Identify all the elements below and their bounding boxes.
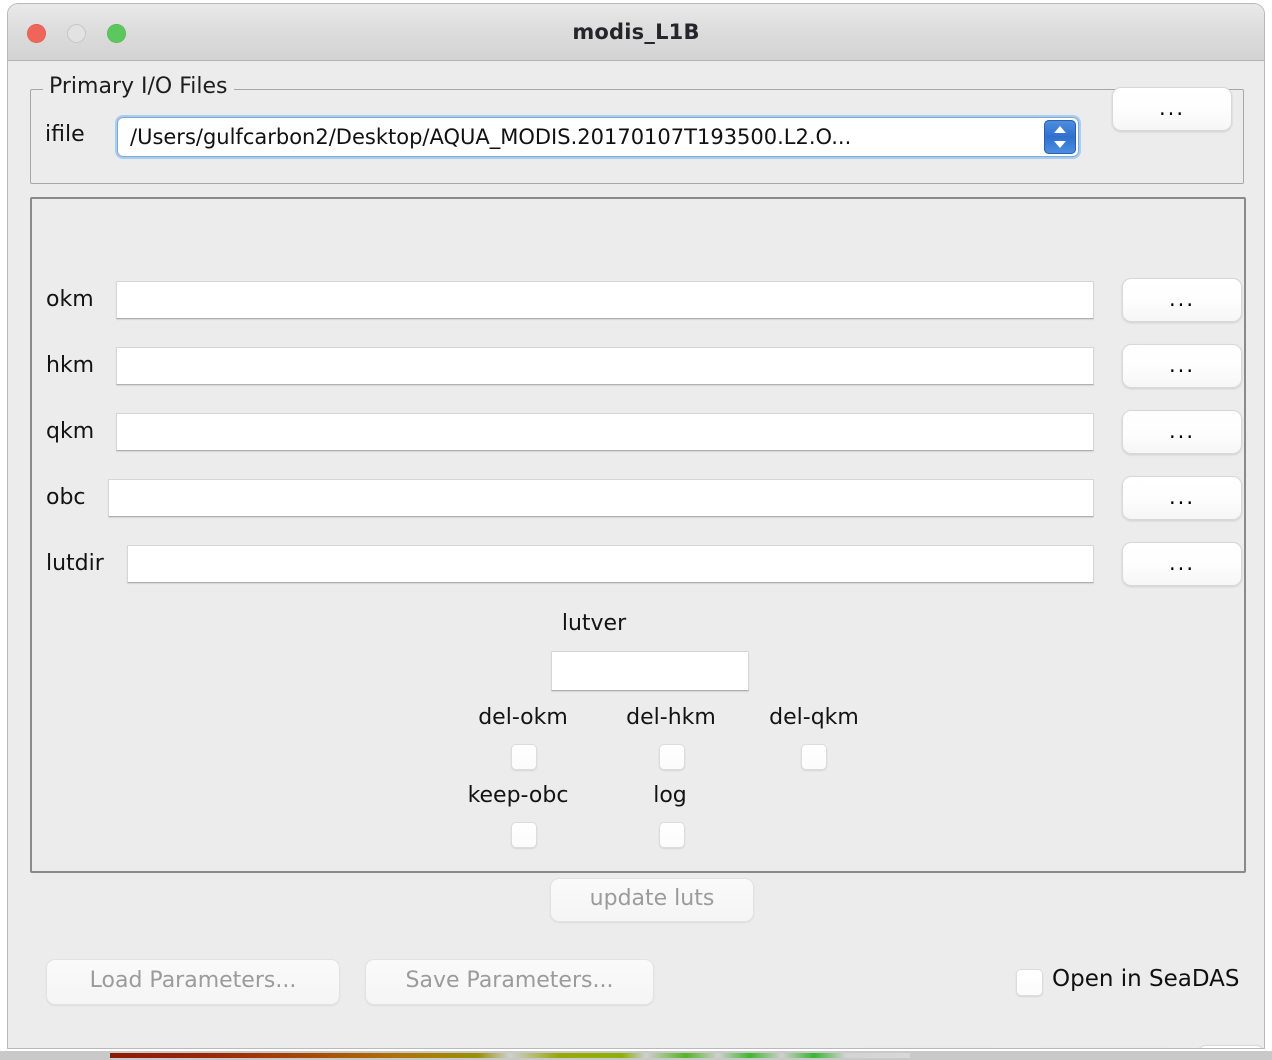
okm-input[interactable] (116, 281, 1094, 319)
open-in-seadas-checkbox[interactable] (1016, 969, 1043, 996)
lutdir-label: lutdir (46, 551, 104, 576)
hkm-label: hkm (46, 353, 95, 378)
hkm-input[interactable] (116, 347, 1094, 385)
qkm-label: qkm (46, 419, 95, 444)
chevron-up-icon (1054, 126, 1066, 133)
del-qkm-label: del-qkm (769, 705, 859, 730)
primary-io-files-group: Primary I/O Files ifile /Users/gulfcarbo… (30, 74, 1244, 184)
window-title: modis_L1B (572, 20, 700, 44)
log-label: log (653, 783, 687, 808)
ifile-browse-button[interactable]: ... (1112, 87, 1232, 131)
load-parameters-button[interactable]: Load Parameters... (46, 959, 340, 1005)
ifile-label: ifile (45, 122, 85, 147)
obc-browse-button[interactable]: ... (1122, 476, 1242, 520)
lutver-input[interactable] (551, 651, 749, 691)
del-hkm-checkbox[interactable] (659, 744, 685, 770)
ifile-combo-field[interactable]: /Users/gulfcarbon2/Desktop/AQUA_MODIS.20… (117, 117, 1079, 157)
background-window-color-bar (110, 1053, 910, 1058)
primary-io-files-group-title: Primary I/O Files (43, 74, 234, 99)
save-parameters-button[interactable]: Save Parameters... (365, 959, 654, 1005)
keep-obc-checkbox[interactable] (511, 822, 537, 848)
ifile-stepper-icon[interactable] (1044, 120, 1076, 154)
del-okm-checkbox[interactable] (511, 744, 537, 770)
update-luts-button[interactable]: update luts (550, 878, 754, 922)
secondary-options-panel: okm hkm qkm obc lutdir ... ... ... ... .… (30, 197, 1246, 922)
log-checkbox[interactable] (659, 822, 685, 848)
del-qkm-checkbox[interactable] (801, 744, 827, 770)
open-in-seadas-label: Open in SeaDAS (1052, 966, 1240, 992)
qkm-input[interactable] (116, 413, 1094, 451)
obc-label: obc (46, 485, 86, 510)
ifile-value: /Users/gulfcarbon2/Desktop/AQUA_MODIS.20… (130, 125, 852, 149)
window-titlebar: modis_L1B (8, 4, 1264, 61)
okm-browse-button[interactable]: ... (1122, 278, 1242, 322)
lutver-label: lutver (561, 611, 627, 636)
hkm-browse-button[interactable]: ... (1122, 344, 1242, 388)
dialog-content: Primary I/O Files ifile /Users/gulfcarbo… (8, 61, 1264, 1048)
obc-input[interactable] (108, 479, 1094, 517)
dialog-window: modis_L1B Primary I/O Files ifile /Users… (8, 4, 1264, 1048)
lutdir-browse-button[interactable]: ... (1122, 542, 1242, 586)
lutdir-input[interactable] (127, 545, 1094, 583)
help-button[interactable]: ? (1197, 1045, 1264, 1048)
okm-label: okm (46, 287, 94, 312)
chevron-down-icon (1054, 141, 1066, 148)
qkm-browse-button[interactable]: ... (1122, 410, 1242, 454)
